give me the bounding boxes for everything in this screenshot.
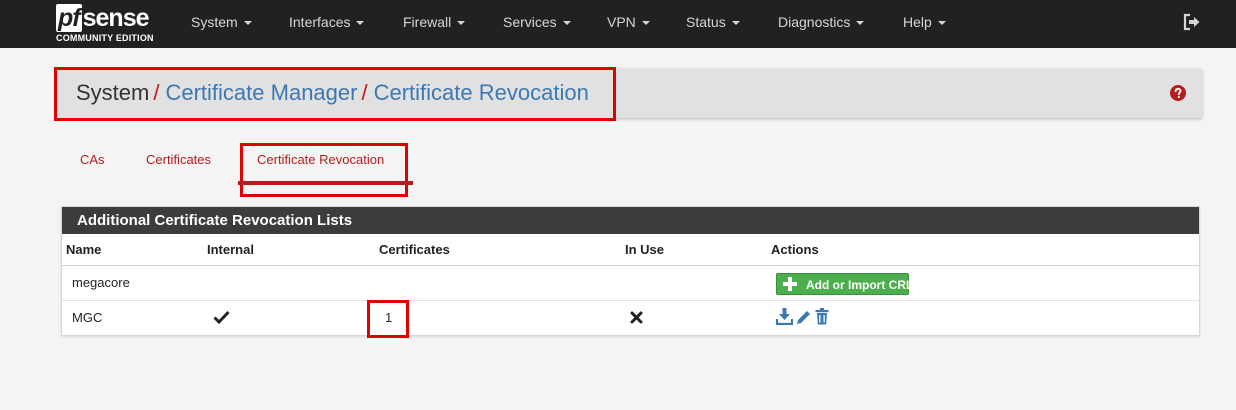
- crl-name: MGC: [72, 310, 103, 325]
- logo-pf: pf: [56, 4, 82, 32]
- pfsense-logo[interactable]: pf sense COMMUNITY EDITION: [56, 4, 164, 46]
- nav-help[interactable]: Help: [903, 0, 946, 48]
- breadcrumb-separator: /: [153, 80, 160, 105]
- column-internal: Internal: [207, 242, 254, 257]
- download-icon[interactable]: [776, 308, 793, 325]
- chevron-down-icon: [641, 21, 650, 26]
- nav-interfaces-label: Interfaces: [289, 14, 351, 30]
- certificate-count-annotation-box: [367, 300, 409, 338]
- nav-help-label: Help: [903, 14, 932, 30]
- nav-firewall[interactable]: Firewall: [403, 0, 466, 48]
- plus-icon: [783, 277, 797, 291]
- chevron-down-icon: [856, 21, 865, 26]
- check-icon: [213, 310, 230, 324]
- nav-vpn-label: VPN: [607, 14, 636, 30]
- column-name: Name: [66, 242, 102, 257]
- chevron-down-icon: [937, 21, 946, 26]
- edit-icon[interactable]: [796, 309, 812, 325]
- add-or-import-crl-label: Add or Import CRL: [806, 278, 914, 292]
- nav-services-label: Services: [503, 14, 557, 30]
- chevron-down-icon: [243, 21, 252, 26]
- nav-diagnostics[interactable]: Diagnostics: [778, 0, 865, 48]
- nav-system[interactable]: System: [191, 0, 252, 48]
- nav-system-label: System: [191, 14, 238, 30]
- column-certificates: Certificates: [379, 242, 450, 257]
- logo-wordmark: pf sense: [56, 4, 149, 32]
- add-or-import-crl-button[interactable]: Add or Import CRL: [776, 273, 913, 295]
- logout-icon[interactable]: [1183, 13, 1201, 31]
- nav-interfaces[interactable]: Interfaces: [289, 0, 365, 48]
- chevron-down-icon: [562, 21, 571, 26]
- nav-status[interactable]: Status: [686, 0, 740, 48]
- help-icon[interactable]: [1170, 85, 1186, 101]
- logo-sense: sense: [82, 4, 150, 32]
- tab-cas[interactable]: CAs: [80, 152, 105, 167]
- chevron-down-icon: [731, 21, 740, 26]
- chevron-down-icon: [356, 21, 365, 26]
- nav-status-label: Status: [686, 14, 726, 30]
- nav-services[interactable]: Services: [503, 0, 571, 48]
- x-icon: [630, 311, 643, 324]
- delete-icon[interactable]: [815, 308, 829, 325]
- row-divider: [62, 300, 1199, 301]
- active-tab-underline: [238, 181, 413, 185]
- column-actions: Actions: [771, 242, 819, 257]
- nav-firewall-label: Firewall: [403, 14, 452, 30]
- header-divider: [62, 265, 1199, 266]
- tab-certificates[interactable]: Certificates: [146, 152, 211, 167]
- group-name: megacore: [72, 275, 130, 290]
- nav-diagnostics-label: Diagnostics: [778, 14, 851, 30]
- top-navbar: pf sense COMMUNITY EDITION System Interfa…: [0, 0, 1236, 48]
- breadcrumb-system: System: [76, 80, 150, 105]
- panel-title: Additional Certificate Revocation Lists: [62, 207, 1199, 234]
- chevron-down-icon: [457, 21, 466, 26]
- nav-vpn[interactable]: VPN: [607, 0, 650, 48]
- breadcrumb: System / Certificate Manager / Certificate R…: [76, 80, 589, 106]
- breadcrumb-certificate-revocation[interactable]: Certificate Revocation: [374, 80, 589, 105]
- breadcrumb-certificate-manager[interactable]: Certificate Manager: [165, 80, 357, 105]
- breadcrumb-separator: /: [361, 80, 368, 105]
- column-in-use: In Use: [625, 242, 665, 257]
- logo-edition: COMMUNITY EDITION: [56, 33, 154, 43]
- tab-annotation-box: [240, 143, 408, 197]
